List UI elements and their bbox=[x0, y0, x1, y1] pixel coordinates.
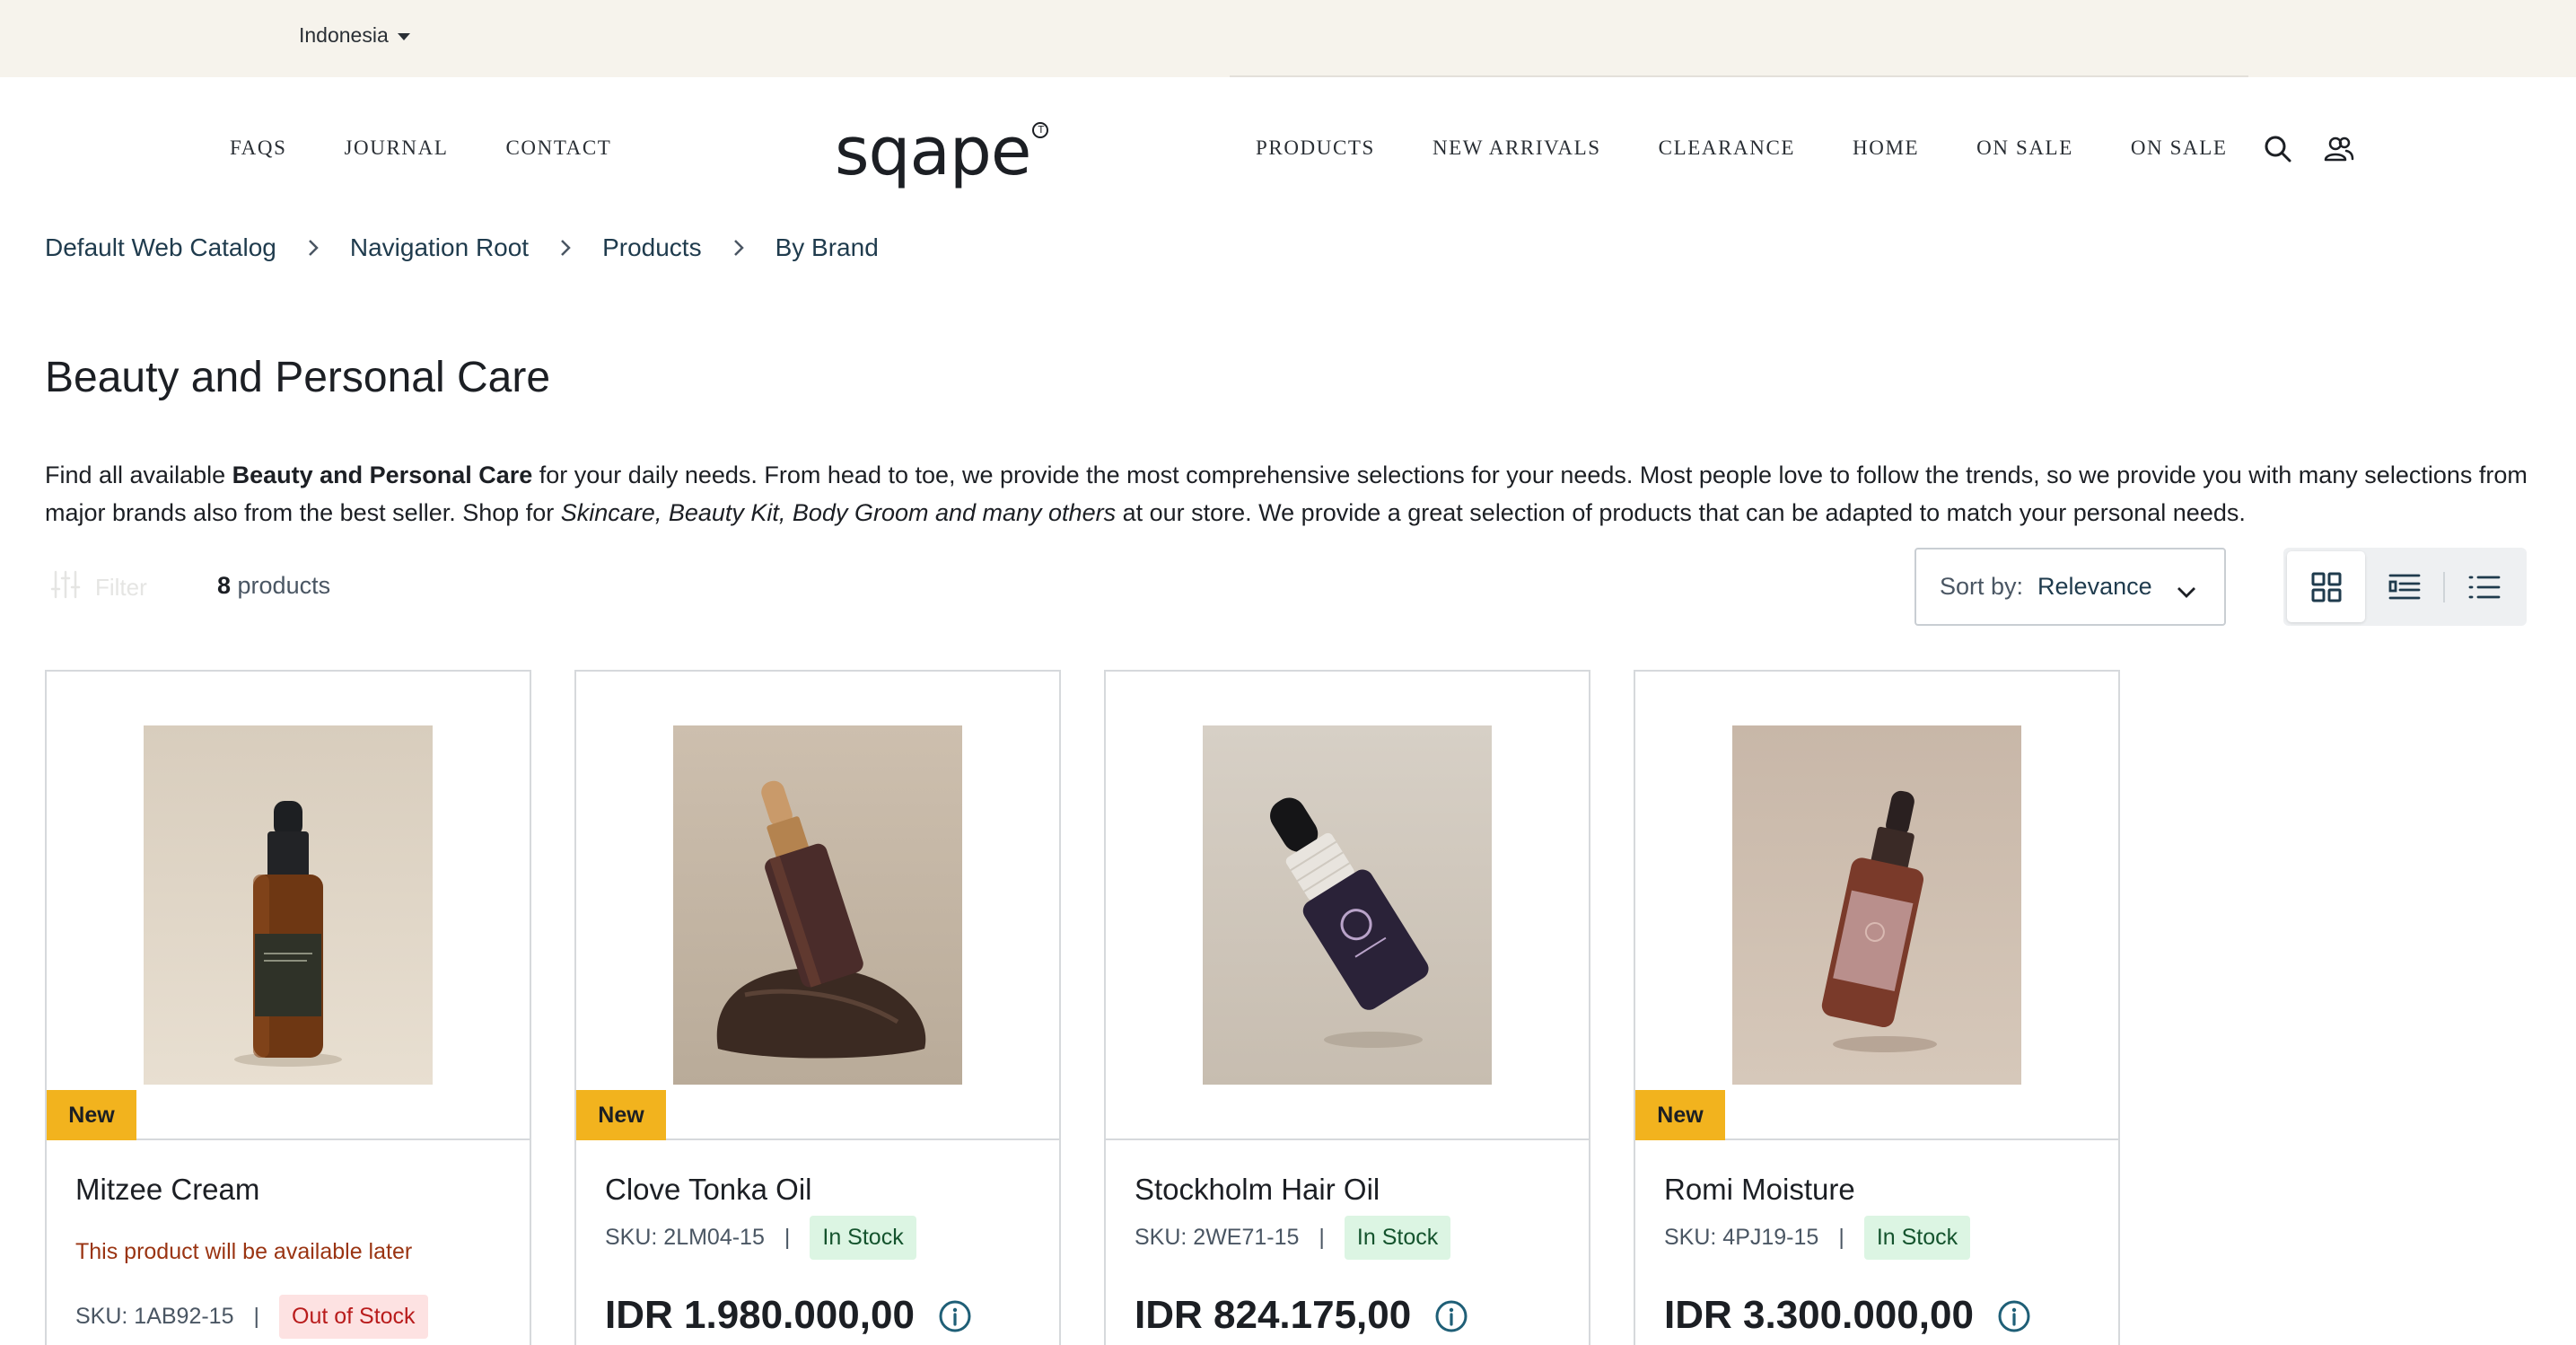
stock-badge: In Stock bbox=[1863, 1216, 1971, 1260]
nav-item-contact[interactable]: CONTACT bbox=[505, 136, 611, 160]
product-card[interactable]: New Mitzee Cream This product will be av… bbox=[45, 670, 531, 1345]
stock-badge: Out of Stock bbox=[279, 1295, 428, 1339]
description-text: at our store. We provide a great selecti… bbox=[1116, 499, 2246, 526]
filter-label: Filter bbox=[95, 574, 147, 601]
product-price: IDR 1.980.000,00 bbox=[605, 1293, 972, 1338]
sku-row: SKU: 2LM04-15 | In Stock bbox=[605, 1216, 916, 1260]
product-count-label: products bbox=[231, 572, 331, 599]
product-sku: SKU: 4PJ19-15 bbox=[1664, 1225, 1819, 1250]
new-badge: New bbox=[1635, 1090, 1725, 1140]
product-sku: SKU: 2LM04-15 bbox=[605, 1225, 765, 1250]
nav-item-journal[interactable]: JOURNAL bbox=[345, 136, 449, 160]
top-bar: Indonesia bbox=[0, 0, 2576, 77]
filter-button[interactable]: Filter bbox=[50, 569, 147, 606]
separator: | bbox=[1838, 1225, 1844, 1250]
filter-icon bbox=[50, 569, 81, 606]
nav-right: PRODUCTS NEW ARRIVALS CLEARANCE HOME ON … bbox=[1256, 136, 2228, 160]
description-text: Find all available bbox=[45, 462, 232, 488]
product-name[interactable]: Mitzee Cream bbox=[75, 1173, 259, 1207]
compact-list-icon[interactable] bbox=[2445, 551, 2523, 622]
grid-view-icon[interactable] bbox=[2287, 551, 2365, 622]
breadcrumb-item[interactable]: Navigation Root bbox=[350, 233, 529, 262]
product-media: New bbox=[47, 672, 530, 1140]
breadcrumb-item[interactable]: Products bbox=[602, 233, 702, 262]
product-image[interactable] bbox=[1203, 725, 1492, 1085]
category-description: Find all available Beauty and Personal C… bbox=[45, 456, 2540, 532]
product-image[interactable] bbox=[1732, 725, 2021, 1085]
separator: | bbox=[1319, 1225, 1325, 1250]
new-badge: New bbox=[47, 1090, 136, 1140]
nav-item-on-sale[interactable]: ON SALE bbox=[1976, 136, 2073, 160]
sku-row: SKU: 1AB92-15 | Out of Stock bbox=[75, 1295, 428, 1339]
description-bold: Beauty and Personal Care bbox=[232, 462, 533, 488]
nav-item-new-arrivals[interactable]: NEW ARRIVALS bbox=[1433, 136, 1601, 160]
product-media: New bbox=[576, 672, 1059, 1140]
region-selector[interactable]: Indonesia bbox=[299, 23, 410, 48]
product-price: IDR 3.300.000,00 bbox=[1664, 1293, 2031, 1338]
stock-badge: In Stock bbox=[810, 1216, 916, 1260]
sort-dropdown[interactable]: Sort by: Relevance bbox=[1914, 548, 2226, 626]
nav-item-faqs[interactable]: FAQS bbox=[230, 136, 287, 160]
product-name[interactable]: Romi Moisture bbox=[1664, 1173, 1855, 1207]
chevron-down-icon bbox=[2176, 578, 2197, 606]
chevron-down-icon bbox=[397, 32, 410, 40]
breadcrumb-item[interactable]: Default Web Catalog bbox=[45, 233, 276, 262]
breadcrumb: Default Web Catalog Navigation Root Prod… bbox=[45, 233, 879, 262]
product-card[interactable]: Stockholm Hair Oil SKU: 2WE71-15 | In St… bbox=[1104, 670, 1590, 1345]
product-count: 8 products bbox=[217, 572, 330, 600]
breadcrumb-item[interactable]: By Brand bbox=[775, 233, 879, 262]
chevron-right-icon bbox=[550, 239, 581, 257]
nav-left: FAQS JOURNAL CONTACT bbox=[230, 136, 611, 160]
logo-text: sqape bbox=[835, 113, 1031, 190]
product-sku: SKU: 1AB92-15 bbox=[75, 1304, 234, 1329]
product-price: IDR 824.175,00 bbox=[1135, 1293, 1468, 1338]
site-header: FAQS JOURNAL CONTACT sqape T PRODUCTS NE… bbox=[0, 77, 2576, 221]
separator: | bbox=[784, 1225, 791, 1250]
list-view-icon[interactable] bbox=[2365, 551, 2443, 622]
product-count-number: 8 bbox=[217, 572, 232, 599]
nav-item-on-sale-2[interactable]: ON SALE bbox=[2131, 136, 2228, 160]
new-badge: New bbox=[576, 1090, 666, 1140]
sku-row: SKU: 2WE71-15 | In Stock bbox=[1135, 1216, 1451, 1260]
product-media: New bbox=[1635, 672, 2118, 1140]
product-card[interactable]: New Romi Moisture SKU: 4PJ19-15 | In Sto… bbox=[1634, 670, 2120, 1345]
product-sku: SKU: 2WE71-15 bbox=[1135, 1225, 1300, 1250]
availability-note: This product will be available later bbox=[75, 1239, 413, 1264]
sku-row: SKU: 4PJ19-15 | In Stock bbox=[1664, 1216, 1971, 1260]
chevron-right-icon bbox=[723, 239, 754, 257]
trademark-mark: T bbox=[1032, 122, 1049, 138]
account-icon[interactable] bbox=[2323, 133, 2355, 165]
product-card[interactable]: New Clove Tonka Oil SKU: 2LM04-15 | In S… bbox=[574, 670, 1061, 1345]
site-logo[interactable]: sqape T bbox=[835, 113, 1049, 190]
separator: | bbox=[253, 1304, 260, 1329]
nav-item-products[interactable]: PRODUCTS bbox=[1256, 136, 1375, 160]
info-icon[interactable] bbox=[1997, 1298, 2031, 1332]
info-icon[interactable] bbox=[938, 1298, 972, 1332]
stock-badge: In Stock bbox=[1344, 1216, 1451, 1260]
search-icon[interactable] bbox=[2262, 133, 2294, 165]
nav-item-clearance[interactable]: CLEARANCE bbox=[1659, 136, 1795, 160]
product-name[interactable]: Clove Tonka Oil bbox=[605, 1173, 812, 1207]
description-italic: Skincare, Beauty Kit, Body Groom and man… bbox=[560, 499, 1117, 526]
region-label: Indonesia bbox=[299, 23, 389, 47]
chevron-right-icon bbox=[298, 239, 329, 257]
product-image[interactable] bbox=[673, 725, 962, 1085]
page-title: Beauty and Personal Care bbox=[45, 354, 551, 401]
price-value: IDR 824.175,00 bbox=[1135, 1293, 1412, 1337]
sort-label: Sort by: bbox=[1940, 573, 2024, 600]
product-name[interactable]: Stockholm Hair Oil bbox=[1135, 1173, 1380, 1207]
info-icon[interactable] bbox=[1434, 1298, 1468, 1332]
view-switcher bbox=[2283, 548, 2527, 626]
price-value: IDR 1.980.000,00 bbox=[605, 1293, 915, 1337]
price-value: IDR 3.300.000,00 bbox=[1664, 1293, 1974, 1337]
nav-item-home[interactable]: HOME bbox=[1853, 136, 1919, 160]
product-media bbox=[1106, 672, 1589, 1140]
product-image[interactable] bbox=[144, 725, 433, 1085]
sort-value: Relevance bbox=[2037, 573, 2152, 600]
